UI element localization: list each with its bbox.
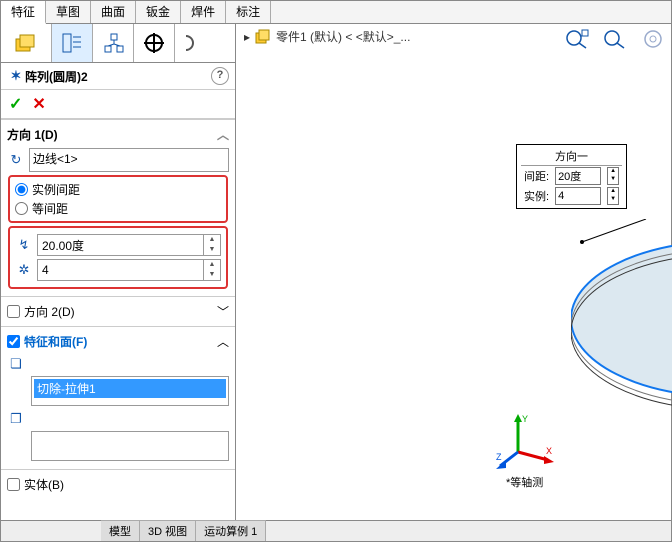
part-icon	[254, 29, 272, 45]
panel-solids-title: 实体(B)	[24, 476, 64, 493]
pm-header: ✶ 阵列(圆周)2 ?	[1, 63, 235, 90]
pm-tab-dimxpert-icon[interactable]	[134, 24, 175, 62]
zoom-fit-icon[interactable]	[561, 26, 593, 52]
tab-annotation[interactable]: 标注	[226, 1, 271, 23]
instances-spinner[interactable]: ▲▼	[37, 259, 221, 281]
face-list-icon: ❐	[7, 410, 25, 428]
callout-instances-up[interactable]: ▲	[608, 188, 618, 196]
callout-instances-value[interactable]: 4	[555, 187, 601, 205]
instances-down[interactable]: ▼	[204, 270, 220, 280]
angle-icon: ↯	[15, 236, 33, 254]
help-button[interactable]: ?	[211, 67, 229, 85]
svg-text:Y: Y	[522, 414, 528, 424]
breadcrumb-arrow-icon[interactable]: ▸	[244, 30, 250, 44]
panel-direction2-title: 方向 2(D)	[24, 303, 75, 320]
bottom-tabs: 模型 3D 视图 运动算例 1	[1, 520, 671, 541]
callout-instances-down[interactable]: ▼	[608, 196, 618, 204]
command-tabs: 特征 草图 曲面 钣金 焊件 标注	[1, 1, 671, 24]
features-faces-checkbox[interactable]	[7, 335, 20, 348]
panel-features-faces: 特征和面(F) ︿ ❏ 切除-拉伸1 ❐	[1, 326, 235, 469]
tab-weldment[interactable]: 焊件	[181, 1, 226, 23]
direction2-checkbox[interactable]	[7, 305, 20, 318]
faces-listbox[interactable]	[31, 431, 229, 461]
panel-direction1-title: 方向 1(D)	[7, 126, 58, 143]
pm-tab-feature-icon[interactable]	[1, 24, 52, 62]
bottom-tab-3dview[interactable]: 3D 视图	[140, 520, 196, 541]
cancel-button[interactable]: ✕	[32, 94, 45, 114]
axis-select[interactable]: 边线<1>	[29, 148, 229, 172]
svg-text:X: X	[546, 446, 552, 456]
radio-instance-spacing-input[interactable]	[15, 183, 28, 196]
features-listbox[interactable]: 切除-拉伸1	[31, 376, 229, 406]
instances-icon: ✲	[15, 261, 33, 279]
pm-tab-more-icon[interactable]	[175, 24, 207, 62]
panel-direction2: 方向 2(D) ﹀	[1, 296, 235, 326]
panel-direction1: 方向 1(D)︿ ↻ 边线<1> 实例间距 等间距 ↯ ▲▼	[1, 119, 235, 296]
callout-instances-label: 实例:	[521, 186, 552, 206]
bottom-tab-model[interactable]: 模型	[101, 520, 140, 541]
angle-spinner[interactable]: ▲▼	[37, 234, 221, 256]
tab-sketch[interactable]: 草图	[46, 1, 91, 23]
feature-item-cut-extrude1[interactable]: 切除-拉伸1	[34, 379, 226, 398]
angle-down[interactable]: ▼	[204, 245, 220, 255]
zoom-area-icon[interactable]	[599, 26, 631, 52]
panel-features-faces-title: 特征和面(F)	[24, 333, 87, 350]
pm-title: 阵列(圆周)2	[25, 68, 88, 85]
callout-spacing-label: 间距:	[521, 166, 552, 187]
feature-list-icon: ❏	[7, 355, 25, 373]
callout-spacing-value[interactable]: 20度	[555, 167, 601, 185]
pattern-callout: 方向一 间距:20度▲▼ 实例:4▲▼	[516, 144, 627, 209]
instances-input[interactable]	[38, 260, 203, 280]
view-settings-icon[interactable]	[637, 26, 669, 52]
panel-solids: 实体(B)	[1, 469, 235, 499]
breadcrumb: ▸ 零件1 (默认) < <默认>_...	[244, 28, 410, 45]
tab-surface[interactable]: 曲面	[91, 1, 136, 23]
pm-iconbar	[1, 24, 235, 63]
view-toolbar	[559, 24, 671, 54]
view-triad[interactable]: Y X Z	[496, 412, 556, 472]
instances-up[interactable]: ▲	[204, 260, 220, 270]
spacing-mode-group: 实例间距 等间距	[8, 175, 228, 223]
tab-sheetmetal[interactable]: 钣金	[136, 1, 181, 23]
angle-up[interactable]: ▲	[204, 235, 220, 245]
axis-icon: ↻	[7, 151, 25, 169]
view-orientation-label: *等轴测	[506, 474, 543, 490]
collapse-icon[interactable]: ︿	[217, 126, 229, 143]
callout-spacing-up[interactable]: ▲	[608, 168, 618, 176]
graphics-view[interactable]: ▸ 零件1 (默认) < <默认>_... 方向一 间距:20度▲▼ 实例:4▲…	[236, 24, 671, 520]
radio-equal-spacing-input[interactable]	[15, 202, 28, 215]
callout-spacing-down[interactable]: ▼	[608, 176, 618, 184]
callout-title: 方向一	[521, 147, 622, 166]
model-preview: +	[571, 219, 672, 439]
collapse-icon[interactable]: ︿	[217, 333, 229, 350]
radio-instance-spacing[interactable]: 实例间距	[15, 180, 221, 199]
property-manager: ✶ 阵列(圆周)2 ? ✓ ✕ 方向 1(D) ︿ ↻ 边线<1> 实例间距 等间…	[1, 24, 236, 520]
angle-input[interactable]	[38, 235, 203, 255]
circular-pattern-icon: ✶	[7, 67, 25, 85]
ok-button[interactable]: ✓	[9, 94, 22, 114]
bottom-tab-motion1[interactable]: 运动算例 1	[196, 520, 266, 541]
pm-tab-config-icon[interactable]	[93, 24, 134, 62]
expand-icon[interactable]: ﹀	[217, 303, 229, 320]
radio-equal-spacing[interactable]: 等间距	[15, 199, 221, 218]
breadcrumb-part-name[interactable]: 零件1 (默认) < <默认>_...	[276, 28, 410, 45]
tab-features[interactable]: 特征	[1, 1, 46, 24]
pm-tab-propmgr-icon[interactable]	[52, 24, 93, 62]
solids-checkbox[interactable]	[7, 478, 20, 491]
svg-text:Z: Z	[496, 452, 502, 462]
spacing-values-group: ↯ ▲▼ ✲ ▲▼	[8, 226, 228, 289]
